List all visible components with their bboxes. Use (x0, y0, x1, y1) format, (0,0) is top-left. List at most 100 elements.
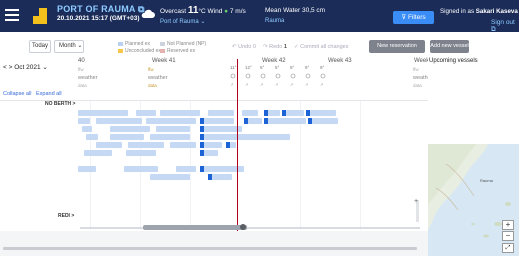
map-fullscreen-icon[interactable]: ⤢ (502, 243, 514, 253)
weather-forecast-strip: 11° 12° 6° 5° 9° 9° 9° ↗ ↗ ↗ ↗ ↗ ↗ ↗ (230, 65, 326, 87)
vessel-bar[interactable] (150, 174, 190, 180)
svg-text:5°: 5° (275, 65, 280, 70)
scroll-handle-icon[interactable] (240, 224, 246, 230)
port-datetime: 20.10.2021 15:17 (GMT+03) (57, 15, 140, 22)
signed-in-info: Signed in as Sakari Kaseva (440, 8, 518, 15)
svg-text:12°: 12° (245, 65, 252, 70)
svg-text:↗: ↗ (320, 82, 323, 87)
legend-not-planned: Not Planned (NP) (160, 41, 206, 47)
vessel-bar[interactable] (82, 126, 92, 132)
berth-label[interactable]: NO BERTH > (45, 101, 75, 107)
filter-icon: ⊽ (401, 14, 407, 21)
mean-water-location: Rauma (265, 18, 285, 24)
vessel-bar[interactable] (204, 118, 234, 124)
svg-text:6°: 6° (260, 65, 265, 70)
vessel-bar[interactable] (268, 118, 306, 124)
map-zoom-out-icon[interactable]: − (502, 231, 514, 241)
vessel-bar[interactable] (242, 110, 258, 116)
new-reservation-button[interactable]: New reservation (369, 40, 425, 53)
expand-all-link[interactable]: Expand all (36, 91, 62, 97)
vessel-bar[interactable] (312, 118, 338, 124)
vessel-bar[interactable] (136, 110, 156, 116)
vessel-bar[interactable] (84, 150, 112, 156)
timeline-row-label: ffw (413, 67, 419, 72)
map-zoom-in-icon[interactable]: + (502, 220, 514, 230)
vessel-bar[interactable] (310, 110, 336, 116)
svg-text:↗: ↗ (230, 82, 233, 87)
next-icon[interactable]: > (9, 64, 13, 71)
week-label: 40 (78, 58, 85, 64)
bottom-panel (0, 231, 430, 256)
undo-icon: ↶ (232, 44, 237, 50)
vessel-bar[interactable] (146, 118, 196, 124)
vessel-bar[interactable] (126, 150, 156, 156)
vessel-bar[interactable] (110, 126, 150, 132)
vessel-bar[interactable] (204, 142, 222, 148)
vessel-bar[interactable] (96, 118, 142, 124)
add-vessel-button[interactable]: Add new vessel (430, 40, 469, 53)
vessel-bar[interactable] (204, 134, 290, 140)
port-logo (33, 8, 47, 24)
vessel-bar[interactable] (204, 166, 244, 172)
vessel-bar[interactable] (248, 118, 262, 124)
svg-text:↗: ↗ (245, 82, 248, 87)
week-label: Week 41 (152, 58, 176, 64)
weather-summary: Overcast 11°C Wind ● 7 m/s (160, 5, 246, 16)
vessel-bar[interactable] (170, 142, 196, 148)
vessel-bar[interactable] (124, 166, 158, 172)
vessel-bar[interactable] (78, 118, 90, 124)
timeline-row-label: data (413, 83, 422, 88)
vessel-bar[interactable] (96, 142, 122, 148)
timeline-row-label: weather (148, 75, 168, 81)
vessel-bar[interactable] (176, 166, 196, 172)
vessel-bar[interactable] (208, 110, 234, 116)
vessel-bar[interactable] (150, 134, 190, 140)
vessel-bar[interactable] (230, 142, 236, 148)
today-button[interactable]: Today (29, 40, 51, 53)
collapse-expand-controls: Collapse all Expand all (3, 91, 62, 97)
commit-button[interactable]: ✓ Commit all changes (294, 44, 348, 50)
legend-unconcluded: Unconcluded ex (118, 48, 161, 54)
redo-button[interactable]: ↷ Redo 1 (263, 44, 287, 50)
timeline-row-label: data (148, 83, 157, 88)
vessel-bar[interactable] (212, 174, 232, 180)
vessel-bar[interactable] (128, 142, 164, 148)
svg-text:↗: ↗ (290, 82, 293, 87)
vessel-bar[interactable] (286, 110, 304, 116)
zoom-plus-icon[interactable]: + (414, 198, 418, 205)
legend-reserved: Reserved ex (160, 48, 195, 54)
menu-icon[interactable] (5, 9, 19, 21)
undo-button[interactable]: ↶ Undo 0 (232, 44, 256, 50)
svg-text:↗: ↗ (260, 82, 263, 87)
vessel-bar[interactable] (204, 150, 218, 156)
mean-water: Mean Water 30,5 cm (265, 7, 326, 14)
svg-text:11°: 11° (230, 65, 237, 70)
vessel-bar[interactable] (78, 110, 128, 116)
app-header: PORT OF RAUMA ⧉ 20.10.2021 15:17 (GMT+03… (0, 0, 519, 34)
vessel-bar[interactable] (156, 126, 190, 132)
vessel-bar[interactable] (110, 134, 144, 140)
bottom-scrollbar[interactable] (3, 247, 417, 250)
redo-icon: ↷ (263, 44, 268, 50)
vessel-bar[interactable] (268, 110, 280, 116)
collapse-all-link[interactable]: Collapse all (3, 91, 31, 97)
vessel-bar[interactable] (78, 166, 96, 172)
port-name[interactable]: PORT OF RAUMA ⧉ (57, 4, 145, 15)
filters-button[interactable]: ⊽ Filters (393, 11, 434, 24)
timeline-row-label: ffw (148, 67, 154, 72)
upcoming-vessels-title: Upcoming vessels (429, 58, 478, 64)
month-select[interactable]: Oct 2021 ⌄ (14, 64, 48, 71)
prev-icon[interactable]: < (3, 64, 7, 71)
cloud-icon (141, 9, 155, 18)
vessel-bar[interactable] (86, 134, 98, 140)
wind-icon: ● (224, 8, 229, 15)
legend-planned: Planned ex (118, 41, 150, 47)
period-select[interactable]: Month ⌄ (54, 40, 84, 53)
svg-text:9°: 9° (305, 65, 310, 70)
svg-text:9°: 9° (320, 65, 325, 70)
berth-label[interactable]: REDI > (58, 213, 74, 219)
sign-out-link[interactable]: Sign out ⧉ (491, 19, 519, 34)
vessel-bar[interactable] (160, 110, 200, 116)
timeline-row-label: data (78, 83, 87, 88)
weather-location[interactable]: Port of Rauma ⌄ (160, 18, 205, 25)
